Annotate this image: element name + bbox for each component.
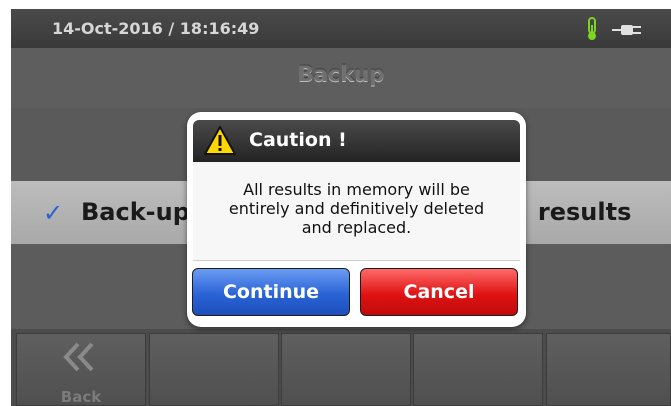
soft-key-2[interactable] — [149, 333, 279, 406]
back-label: Back — [60, 388, 102, 406]
status-bar: 14-Oct-2016 / 18:16:49 — [11, 9, 671, 48]
option-label-right: results — [537, 198, 632, 226]
soft-key-4[interactable] — [413, 333, 543, 406]
caution-dialog: Caution ! All results in memory will be … — [187, 112, 526, 327]
dialog-header: Caution ! — [193, 120, 520, 162]
dialog-body: All results in memory will be entirely a… — [193, 162, 520, 261]
title-area: Backup — [11, 48, 671, 108]
message-line: entirely and definitively deleted — [228, 199, 485, 218]
page-title: Backup — [297, 62, 385, 86]
cancel-button[interactable]: Cancel — [360, 268, 518, 316]
dialog-title: Caution ! — [249, 129, 347, 151]
device-screen: 14-Oct-2016 / 18:16:49 Backup ✓ Back-up r… — [11, 9, 671, 406]
power-plug-icon — [612, 25, 641, 35]
message-line: All results in memory will be — [243, 180, 470, 199]
continue-button[interactable]: Continue — [192, 268, 350, 316]
option-label-left: Back-up — [81, 198, 190, 226]
checkmark-icon: ✓ — [43, 199, 64, 227]
thermometer-icon — [588, 17, 596, 40]
soft-key-3[interactable] — [281, 333, 411, 406]
soft-key-bar: Back — [11, 329, 671, 406]
message-line: and replaced. — [301, 218, 412, 237]
double-chevron-left-icon — [63, 342, 94, 372]
back-button[interactable]: Back — [16, 333, 146, 406]
datetime-display: 14-Oct-2016 / 18:16:49 — [52, 19, 260, 38]
soft-key-5[interactable] — [546, 333, 671, 406]
warning-icon — [204, 126, 236, 155]
dialog-message: All results in memory will be entirely a… — [193, 180, 520, 237]
